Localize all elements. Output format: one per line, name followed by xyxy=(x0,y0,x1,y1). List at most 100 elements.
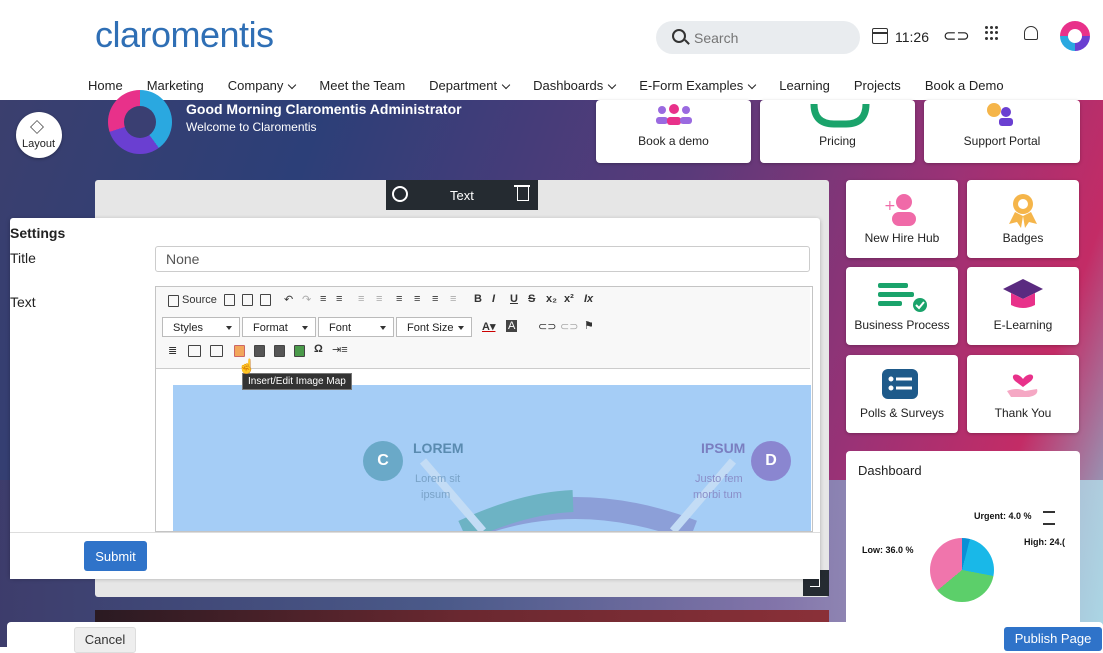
youtube-icon[interactable] xyxy=(254,345,265,357)
nav-projects[interactable]: Projects xyxy=(854,78,901,96)
bold-icon[interactable]: B xyxy=(474,293,482,305)
numbered-list-icon[interactable]: ≡ xyxy=(320,293,326,305)
indent-icon[interactable]: ≡ xyxy=(376,293,382,305)
subscript-icon[interactable]: x₂ xyxy=(546,293,557,305)
tile-support-label: Support Portal xyxy=(963,134,1041,148)
styles-dropdown[interactable]: Styles xyxy=(162,317,240,337)
text-color-icon[interactable]: A▾ xyxy=(482,320,495,333)
welcome-text: Welcome to Claromentis xyxy=(186,120,317,134)
format-dropdown[interactable]: Format xyxy=(242,317,316,337)
nav-book-a-demo[interactable]: Book a Demo xyxy=(925,78,1004,96)
special-character-icon[interactable]: Ω xyxy=(314,343,323,355)
anchor-flag-icon[interactable]: ⚑ xyxy=(584,319,594,332)
claromentis-logo[interactable]: claromentis xyxy=(95,14,274,56)
search-icon xyxy=(672,29,686,43)
justify-icon[interactable]: ≡ xyxy=(450,293,456,305)
tile-book-demo-label: Book a demo xyxy=(638,134,709,148)
table-icon[interactable] xyxy=(188,345,201,357)
paragraph-icon[interactable]: ⇥≡ xyxy=(332,343,348,356)
undo-icon[interactable]: ↶ xyxy=(284,293,293,306)
source-icon xyxy=(168,295,179,307)
nav-department[interactable]: Department xyxy=(429,78,511,96)
tile-polls-surveys[interactable]: Polls & Surveys xyxy=(846,355,958,433)
tile-new-hire-hub[interactable]: + New Hire Hub xyxy=(846,180,958,258)
tile-badges[interactable]: Badges xyxy=(967,180,1079,258)
tile-pricing[interactable]: Pricing xyxy=(760,100,915,163)
image-map-icon[interactable] xyxy=(234,345,245,357)
underline-icon[interactable]: U xyxy=(510,293,518,305)
document-icon[interactable] xyxy=(294,345,305,357)
link-icon[interactable]: ⊂⊃ xyxy=(943,26,970,46)
trash-icon[interactable] xyxy=(514,185,530,201)
strikethrough-icon[interactable]: S xyxy=(528,293,535,305)
nav-eform-examples[interactable]: E-Form Examples xyxy=(639,78,757,96)
align-left-icon[interactable]: ≡ xyxy=(396,293,402,305)
unlink-icon[interactable]: ⊂⊃ xyxy=(560,320,578,333)
video-icon[interactable] xyxy=(274,345,285,357)
nav-company[interactable]: Company xyxy=(228,78,297,96)
apps-grid-icon[interactable] xyxy=(985,26,999,40)
source-button[interactable]: Source xyxy=(182,294,217,306)
tile-thank-you-label: Thank You xyxy=(994,406,1052,420)
italic-icon[interactable]: I xyxy=(492,293,495,305)
outdent-icon[interactable]: ≡ xyxy=(358,293,364,305)
gear-icon[interactable] xyxy=(392,186,408,202)
nav-meet-the-team[interactable]: Meet the Team xyxy=(319,78,405,96)
top-header: claromentis 11:26 ⊂⊃ Home Marketing Comp… xyxy=(0,0,1103,101)
dashboard-title: Dashboard xyxy=(858,463,922,478)
font-dropdown[interactable]: Font xyxy=(318,317,394,337)
hand-cursor-icon: ☝ xyxy=(238,358,256,374)
remove-format-icon[interactable]: Ix xyxy=(584,293,593,305)
tile-e-learning[interactable]: E-Learning xyxy=(967,267,1079,345)
nav-learning[interactable]: Learning xyxy=(779,78,830,96)
font-label: Font xyxy=(329,322,352,334)
settings-footer: Submit xyxy=(10,532,820,579)
settings-title: Settings xyxy=(10,225,66,241)
cancel-button[interactable]: Cancel xyxy=(74,627,136,653)
search-input[interactable] xyxy=(692,26,846,50)
graduation-cap-icon xyxy=(1003,279,1043,308)
tile-support-portal[interactable]: Support Portal xyxy=(924,100,1080,163)
user-avatar[interactable] xyxy=(1060,21,1090,51)
search-box[interactable] xyxy=(656,21,860,54)
align-center-icon[interactable]: ≡ xyxy=(414,293,420,305)
infographic-title-left: LOREM xyxy=(413,440,464,456)
notifications-bell-icon[interactable] xyxy=(1024,26,1038,40)
layout-button[interactable]: Layout xyxy=(16,112,62,158)
infographic-image[interactable]: C LOREM Lorem sit ipsum D IPSUM Justo fe… xyxy=(173,385,811,531)
priority-pie-chart[interactable] xyxy=(930,538,994,602)
chevron-down-icon xyxy=(747,80,757,90)
menu-icon[interactable] xyxy=(1043,511,1055,525)
horizontal-line-icon[interactable]: ≣ xyxy=(168,344,177,357)
tile-business-process[interactable]: Business Process xyxy=(846,267,958,345)
tile-book-demo[interactable]: Book a demo xyxy=(596,100,751,163)
infographic-sub-left-2: ipsum xyxy=(421,489,451,501)
nav-home[interactable]: Home xyxy=(88,78,123,96)
redo-icon[interactable]: ↷ xyxy=(302,293,311,306)
pie-label-high: High: 24.( xyxy=(1024,537,1066,547)
align-right-icon[interactable]: ≡ xyxy=(432,293,438,305)
calendar-icon[interactable] xyxy=(872,28,888,44)
copy-icon[interactable] xyxy=(242,294,253,306)
bulleted-list-icon[interactable]: ≡ xyxy=(336,293,342,305)
widget-toolbar: Text xyxy=(386,180,538,210)
superscript-icon[interactable]: x² xyxy=(564,293,574,305)
submit-button[interactable]: Submit xyxy=(84,541,147,571)
background-color-icon[interactable]: A xyxy=(506,320,518,332)
paste-icon[interactable] xyxy=(260,294,271,306)
link-icon-editor[interactable]: ⊂⊃ xyxy=(538,320,556,333)
tile-thank-you[interactable]: Thank You xyxy=(967,355,1079,433)
font-size-label: Font Size xyxy=(407,322,454,334)
claromentis-emblem-logo xyxy=(108,90,172,154)
nav-dashboards[interactable]: Dashboards xyxy=(533,78,617,96)
image-icon[interactable] xyxy=(210,345,223,357)
infographic-letter-c: C xyxy=(363,441,403,481)
infographic-art xyxy=(419,458,737,531)
infographic-sub-right-2: morbi tum xyxy=(693,489,742,501)
publish-page-button[interactable]: Publish Page xyxy=(1004,627,1102,651)
cut-icon[interactable] xyxy=(224,294,235,306)
tile-business-process-label: Business Process xyxy=(854,318,950,332)
list-icon xyxy=(882,369,918,399)
title-input[interactable] xyxy=(155,246,810,272)
font-size-dropdown[interactable]: Font Size xyxy=(396,317,472,337)
